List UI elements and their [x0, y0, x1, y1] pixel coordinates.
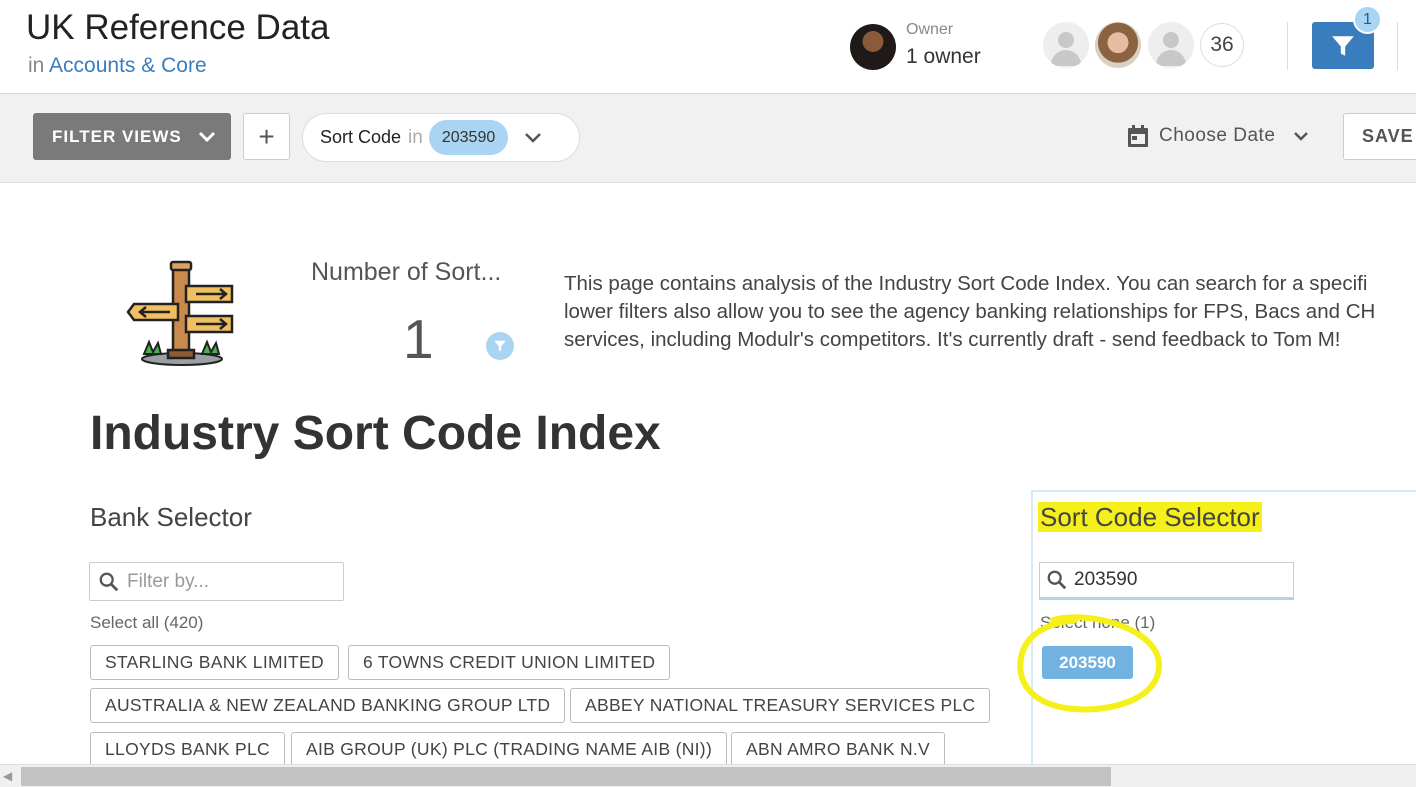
- add-filter-button[interactable]: +: [243, 113, 290, 160]
- bank-chip[interactable]: 6 TOWNS CREDIT UNION LIMITED: [348, 645, 671, 680]
- kpi-title: Number of Sort...: [311, 258, 502, 286]
- viewer-avatar[interactable]: [1043, 22, 1089, 68]
- selected-sort-code-chip[interactable]: 203590: [1042, 646, 1133, 679]
- bank-selector-title: Bank Selector: [90, 502, 252, 532]
- person-icon: [1058, 32, 1074, 48]
- bank-chip[interactable]: ABBEY NATIONAL TREASURY SERVICES PLC: [570, 688, 991, 723]
- description-line: services, including Modulr's competitors…: [564, 328, 1341, 351]
- bank-chip[interactable]: AIB GROUP (UK) PLC (TRADING NAME AIB (NI…: [291, 732, 728, 767]
- viewer-avatar[interactable]: [1148, 22, 1194, 68]
- save-button[interactable]: SAVE I: [1343, 113, 1416, 160]
- viewer-count[interactable]: 36: [1200, 23, 1244, 67]
- description-line: lower filters also allow you to see the …: [564, 300, 1376, 323]
- bank-chip[interactable]: ABN AMRO BANK N.V: [731, 732, 946, 767]
- breadcrumb: in Accounts & Core: [28, 54, 207, 78]
- choose-date-label: Choose Date: [1159, 125, 1276, 146]
- funnel-icon: [1332, 35, 1354, 56]
- filter-operator: in: [408, 126, 423, 148]
- calendar-icon: [1128, 125, 1148, 147]
- choose-date-dropdown[interactable]: Choose Date: [1126, 123, 1309, 149]
- filter-views-button[interactable]: FILTER VIEWS: [33, 113, 231, 160]
- filter-count-badge: 1: [1353, 5, 1382, 34]
- sort-code-search-input[interactable]: [1074, 569, 1274, 591]
- divider: [1397, 22, 1398, 70]
- sort-code-selector-panel: [1031, 490, 1416, 780]
- filter-views-label: FILTER VIEWS: [52, 126, 182, 146]
- chevron-down-icon: [1293, 131, 1309, 141]
- kpi-value: 1: [403, 308, 434, 370]
- bank-filter-field[interactable]: [89, 562, 344, 601]
- bank-filter-input[interactable]: [127, 570, 327, 593]
- sort-code-search-field[interactable]: [1039, 562, 1294, 600]
- filter-bar: FILTER VIEWS + Sort Code in 203590 Choos…: [0, 95, 1416, 183]
- divider: [1287, 22, 1288, 70]
- kpi-filter-indicator[interactable]: [486, 332, 514, 360]
- top-header: UK Reference Data in Accounts & Core Own…: [0, 0, 1416, 94]
- owner-label: Owner: [906, 21, 954, 38]
- scroll-left-arrow-icon[interactable]: ◀: [3, 769, 12, 783]
- bank-chip[interactable]: AUSTRALIA & NEW ZEALAND BANKING GROUP LT…: [90, 688, 566, 723]
- person-icon: [1163, 32, 1179, 48]
- signpost-icon: [126, 260, 234, 366]
- filter-field-label: Sort Code: [320, 127, 402, 147]
- search-icon: [99, 572, 119, 591]
- filter-value-chip[interactable]: 203590: [428, 120, 509, 155]
- bank-chip[interactable]: STARLING BANK LIMITED: [90, 645, 339, 680]
- chevron-down-icon: [198, 131, 215, 142]
- sort-code-selector-title: Sort Code Selector: [1038, 502, 1262, 532]
- viewer-avatar[interactable]: [1095, 22, 1141, 68]
- section-heading: Industry Sort Code Index: [90, 407, 661, 460]
- chevron-down-icon[interactable]: [524, 132, 542, 144]
- page-title: UK Reference Data: [26, 8, 330, 47]
- select-none-link[interactable]: Select none (1): [1040, 613, 1155, 633]
- sort-code-filter-pill[interactable]: Sort Code in 203590: [302, 113, 580, 162]
- funnel-icon: [494, 340, 506, 352]
- description-line: This page contains analysis of the Indus…: [564, 272, 1368, 295]
- page-description: This page contains analysis of the Indus…: [564, 270, 1416, 354]
- bank-chip[interactable]: LLOYDS BANK PLC: [90, 732, 285, 767]
- select-all-link[interactable]: Select all (420): [90, 613, 203, 633]
- owner-count[interactable]: 1 owner: [906, 45, 981, 69]
- scrollbar-thumb[interactable]: [21, 767, 1111, 786]
- breadcrumb-in-label: in: [28, 54, 45, 77]
- owner-avatar[interactable]: [850, 24, 896, 70]
- space-link[interactable]: Accounts & Core: [49, 54, 207, 77]
- horizontal-scrollbar[interactable]: ◀: [0, 764, 1416, 787]
- search-icon: [1047, 570, 1067, 590]
